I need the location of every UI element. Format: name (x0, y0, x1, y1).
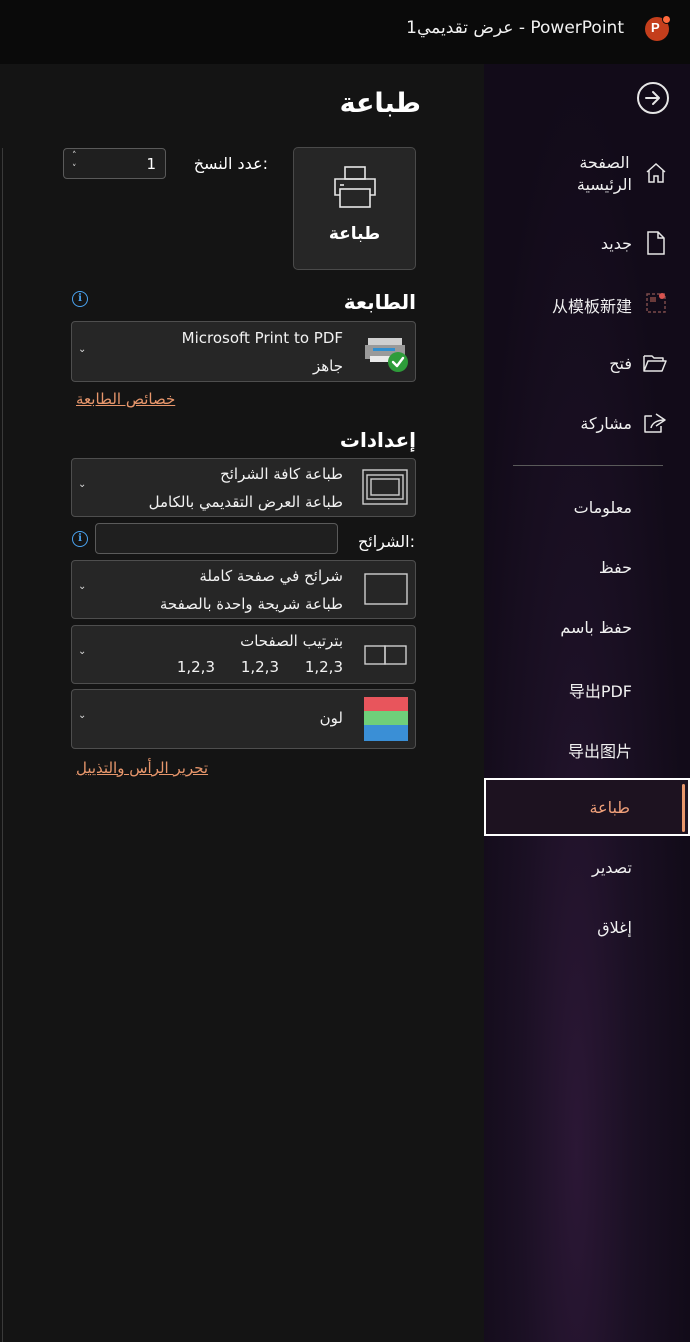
printer-heading: الطابعة (343, 290, 416, 314)
title-bar: عرض تقديمي1 - PowerPoint P (0, 0, 690, 64)
sidebar-item-export-pdf[interactable]: 导出PDF (484, 658, 690, 714)
collation-number: 1,2,3 (176, 658, 215, 676)
sidebar-item-save[interactable]: حفظ (484, 538, 690, 594)
arrow-right-icon (645, 91, 660, 105)
printer-icon (334, 166, 376, 208)
sidebar-item-home[interactable]: الصفحة الرئيسية (484, 144, 690, 200)
color-swatch-icon (364, 697, 408, 741)
preview-divider (2, 148, 3, 1342)
chevron-down-icon: ⌄ (78, 479, 87, 490)
sidebar-item-label: تصدير (591, 858, 632, 877)
stepper-arrows-icon[interactable]: ˄ ˅ (72, 150, 77, 176)
sidebar-item-label: حفظ (598, 558, 632, 577)
printer-status: جاهز (312, 357, 343, 375)
collated-pages-icon (364, 645, 407, 665)
layout-subtitle: طباعة شريحة واحدة بالصفحة (159, 595, 343, 613)
sidebar-item-export[interactable]: تصدير (484, 840, 690, 896)
sidebar-item-label: معلومات (573, 498, 632, 517)
printer-ready-icon (365, 338, 408, 372)
all-slides-icon (362, 469, 408, 505)
sidebar-item-save-as[interactable]: حفظ باسم (484, 598, 690, 654)
print-range-title: طباعة كافة الشرائح (220, 465, 343, 483)
chevron-down-icon: ⌄ (78, 710, 87, 721)
sidebar-item-share[interactable]: مشاركة (484, 394, 690, 450)
chevron-down-icon: ⌄ (78, 581, 87, 592)
back-button[interactable] (637, 82, 669, 114)
copies-stepper[interactable]: ˄ ˅ 1 (63, 148, 166, 179)
color-title: لون (319, 709, 343, 727)
sidebar-item-label: فتح (609, 354, 632, 373)
page-title: طباعة (339, 88, 421, 119)
slides-input[interactable] (95, 523, 338, 554)
sidebar-item-label: 导出PDF (568, 682, 632, 701)
print-range-dropdown[interactable]: طباعة كافة الشرائح طباعة العرض التقديمي … (71, 458, 416, 517)
open-folder-icon (643, 355, 667, 372)
logo-dot (662, 15, 671, 24)
sidebar-item-label: حفظ باسم (560, 618, 632, 637)
backstage-sidebar: الصفحة الرئيسية جديد 从模板新建 فتح مشاركة مع… (484, 64, 690, 1342)
layout-dropdown[interactable]: شرائح في صفحة كاملة طباعة شريحة واحدة با… (71, 560, 416, 619)
sidebar-item-export-image[interactable]: 导出图片 (484, 718, 690, 774)
home-icon (646, 162, 666, 183)
new-document-icon (647, 231, 665, 255)
slides-label: الشرائح: (357, 532, 415, 551)
active-indicator (682, 784, 685, 832)
color-dropdown[interactable]: لون ⌄ (71, 689, 416, 749)
copies-value: 1 (146, 155, 156, 173)
sidebar-item-label: طباعة (589, 798, 630, 817)
sidebar-item-label: 从模板新建 (551, 297, 632, 316)
settings-heading: إعدادات (339, 428, 416, 452)
printer-name: Microsoft Print to PDF (181, 329, 343, 347)
info-icon[interactable]: i (72, 291, 88, 307)
sidebar-item-print[interactable]: طباعة (484, 778, 690, 836)
sidebar-item-label: جديد (600, 234, 632, 253)
header-footer-link[interactable]: تحرير الرأس والتذييل (76, 759, 208, 777)
sidebar-item-new[interactable]: جديد (484, 216, 690, 272)
share-icon (644, 413, 666, 433)
powerpoint-logo-icon: P (645, 15, 671, 41)
printer-properties-link[interactable]: خصائص الطابعة (76, 390, 175, 408)
template-icon (646, 293, 666, 313)
info-icon[interactable]: i (72, 531, 88, 547)
sidebar-item-from-template[interactable]: 从模板新建 (484, 274, 690, 330)
collation-number: 1,2,3 (240, 658, 279, 676)
sidebar-item-open[interactable]: فتح (484, 334, 690, 390)
logo-letter: P (651, 20, 660, 35)
print-button[interactable]: طباعة (293, 147, 416, 270)
sidebar-item-label: 导出图片 (567, 742, 632, 761)
printer-dropdown[interactable]: Microsoft Print to PDF جاهز ⌄ (71, 321, 416, 382)
full-page-slide-icon (364, 573, 408, 605)
chevron-down-icon: ⌄ (78, 344, 87, 355)
print-button-label: طباعة (328, 224, 381, 244)
window-title: عرض تقديمي1 - PowerPoint (406, 18, 624, 38)
layout-title: شرائح في صفحة كاملة (199, 567, 343, 585)
sidebar-item-label: إغلاق (597, 918, 632, 937)
sidebar-divider (513, 465, 663, 466)
copies-label: عدد النسخ: (193, 154, 268, 173)
sidebar-item-label: الصفحة الرئيسية (576, 153, 632, 194)
collation-title: بترتيب الصفحات (240, 632, 343, 650)
sidebar-item-close[interactable]: إغلاق (484, 900, 690, 956)
collation-dropdown[interactable]: بترتيب الصفحات 1,2,3 1,2,3 1,2,3 ⌄ (71, 625, 416, 684)
collation-number: 1,2,3 (304, 658, 343, 676)
sidebar-item-label: مشاركة (580, 414, 632, 433)
print-range-subtitle: طباعة العرض التقديمي بالكامل (148, 493, 343, 511)
sidebar-item-info[interactable]: معلومات (484, 478, 690, 534)
chevron-down-icon: ⌄ (78, 646, 87, 657)
